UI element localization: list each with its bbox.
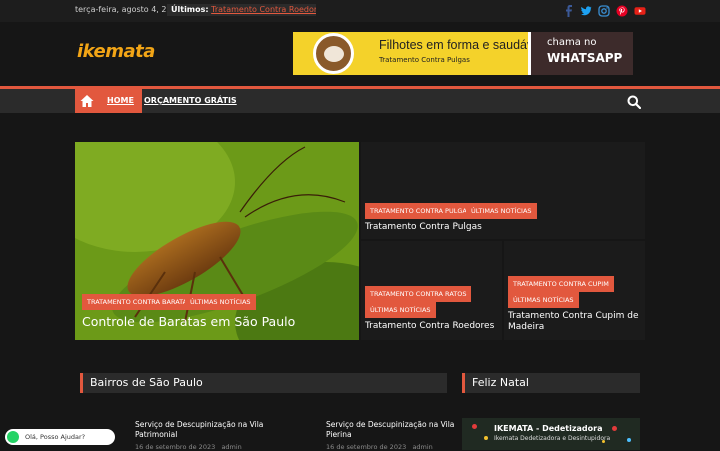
category-latest-news[interactable]: ÚLTIMAS NOTÍCIAS xyxy=(508,292,579,308)
section-feliz-natal: Feliz Natal xyxy=(462,373,640,393)
featured-main-title[interactable]: Controle de Baratas em São Paulo xyxy=(82,314,295,329)
christmas-widget[interactable]: IKEMATA - Dedetizadora Ikemata Dedetizad… xyxy=(462,418,640,450)
section-bairros: Bairros de São Paulo xyxy=(80,373,447,393)
whatsapp-cta[interactable]: chama no WHATSAPP xyxy=(528,32,633,75)
category-baratas[interactable]: TRATAMENTO CONTRA BARATAS xyxy=(82,294,197,310)
category-latest-news[interactable]: ÚLTIMAS NOTÍCIAS xyxy=(365,302,436,318)
youtube-icon[interactable] xyxy=(634,5,646,17)
whatsapp-icon xyxy=(7,431,19,443)
cockroach-antennae xyxy=(134,146,346,323)
section-title-natal: Feliz Natal xyxy=(472,376,529,389)
latest-news-ticker: Últimos: Tratamento Contra Roedores xyxy=(167,4,316,16)
category-cupim[interactable]: TRATAMENTO CONTRA CUPIM xyxy=(508,276,614,292)
latest-label: Últimos: xyxy=(171,5,209,14)
promo-banner[interactable]: Filhotes em forma e saudáveis. Tratament… xyxy=(293,32,633,75)
section-title-bairros: Bairros de São Paulo xyxy=(90,376,203,389)
featured-card-roedores[interactable]: TRATAMENTO CONTRA RATOS ÚLTIMAS NOTÍCIAS… xyxy=(361,241,502,340)
instagram-icon[interactable] xyxy=(598,5,610,17)
pinterest-icon[interactable] xyxy=(616,5,628,17)
search-icon[interactable] xyxy=(627,94,642,110)
featured-card-pulgas[interactable]: TRATAMENTO CONTRA PULGAS ÚLTIMAS NOTÍCIA… xyxy=(361,142,645,239)
post-vila-patrimonial[interactable]: Serviço de Descupinização na Vila Patrim… xyxy=(135,420,263,440)
xmas-title: IKEMATA - Dedetizadora xyxy=(494,424,603,433)
banner-subline: Tratamento Contra Pulgas xyxy=(379,56,470,64)
whatsapp-chat-button[interactable]: Olá, Posso Ajudar? xyxy=(5,429,115,445)
site-logo[interactable]: ikemata xyxy=(77,41,155,62)
nav-free-quote[interactable]: ORÇAMENTO GRÁTIS xyxy=(144,89,237,113)
post-title-line1: Serviço de Descupinização na Vila xyxy=(326,420,455,429)
post-title-line2: Pierina xyxy=(326,430,352,439)
cta-line-1: chama no xyxy=(547,37,597,48)
post-title-line1: Serviço de Descupinização na Vila xyxy=(135,420,264,429)
home-icon[interactable] xyxy=(75,89,99,113)
nav-home[interactable]: HOME xyxy=(99,89,142,113)
category-ratos[interactable]: TRATAMENTO CONTRA RATOS xyxy=(365,286,472,302)
post-title-line2: Patrimonial xyxy=(135,430,178,439)
twitter-icon[interactable] xyxy=(580,5,592,17)
xmas-subtitle: Ikemata Dedetizadora e Desintupidora xyxy=(494,435,611,442)
dog-image xyxy=(313,33,354,74)
latest-news-link[interactable]: Tratamento Contra Roedores xyxy=(211,5,316,14)
cta-line-2: WHATSAPP xyxy=(547,51,623,65)
category-pulgas[interactable]: TRATAMENTO CONTRA PULGAS xyxy=(365,203,476,219)
card-title-cupim-line2[interactable]: Madeira xyxy=(508,322,544,332)
category-latest-news[interactable]: ÚLTIMAS NOTÍCIAS xyxy=(466,203,537,219)
whatsapp-label: Olá, Posso Ajudar? xyxy=(25,433,86,441)
featured-card-cupim[interactable]: TRATAMENTO CONTRA CUPIM ÚLTIMAS NOTÍCIAS… xyxy=(504,241,645,340)
card-title-pulgas[interactable]: Tratamento Contra Pulgas xyxy=(365,222,482,232)
banner-headline: Filhotes em forma e saudáveis. xyxy=(379,38,553,52)
main-navigation: HOME ORÇAMENTO GRÁTIS xyxy=(0,86,720,113)
category-latest-news[interactable]: ÚLTIMAS NOTÍCIAS xyxy=(185,294,256,310)
card-title-cupim-line1[interactable]: Tratamento Contra Cupim de xyxy=(508,311,639,321)
top-bar: terça-feira, agosto 4, 2026 Últimos: Tra… xyxy=(0,0,720,22)
featured-main-post[interactable]: TRATAMENTO CONTRA BARATAS ÚLTIMAS NOTÍCI… xyxy=(75,142,359,340)
post-vila-pierina[interactable]: Serviço de Descupinização na Vila Pierin… xyxy=(326,420,454,440)
logo-wordmark: ikemata xyxy=(77,41,155,62)
current-date: terça-feira, agosto 4, 2026 xyxy=(75,5,182,14)
card-title-roedores[interactable]: Tratamento Contra Roedores xyxy=(365,321,494,331)
facebook-icon[interactable] xyxy=(563,5,575,17)
